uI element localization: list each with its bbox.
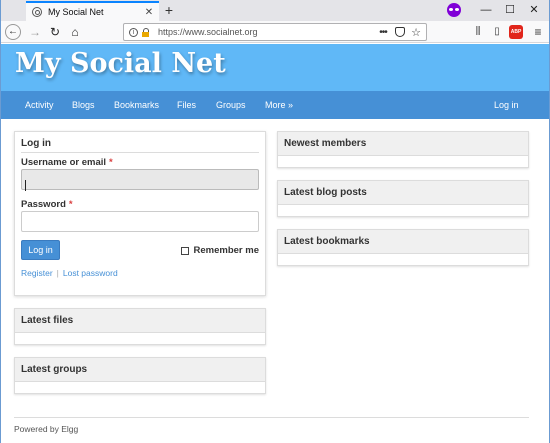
back-arrow-icon[interactable]: ← (5, 24, 21, 40)
remember-me-label: Remember me (193, 245, 259, 256)
login-button[interactable]: Log in (21, 240, 60, 260)
tab-close-icon[interactable]: ✕ (143, 7, 155, 18)
lost-password-link[interactable]: Lost password (63, 268, 118, 278)
adblock-icon[interactable]: ABP (509, 25, 523, 39)
latest-groups-title: Latest groups (15, 358, 265, 382)
nav-more[interactable]: More » (265, 91, 293, 119)
nav-files[interactable]: Files (177, 91, 196, 119)
latest-blog-posts-module: Latest blog posts (277, 180, 529, 217)
minimize-button[interactable]: — (479, 2, 493, 18)
login-title: Log in (21, 138, 51, 149)
globe-icon (32, 7, 42, 17)
tab-active[interactable]: My Social Net ✕ (26, 1, 159, 21)
sidebar-icon[interactable]: ▯ (490, 25, 504, 39)
forward-arrow-icon[interactable]: → (27, 24, 43, 40)
site-nav: Activity Blogs Bookmarks Files Groups Mo… (1, 91, 549, 119)
navigation-toolbar: ← → ↻ ⌂ i https://www.socialnet.org ••• … (1, 21, 549, 43)
close-window-button[interactable]: ✕ (527, 2, 541, 18)
new-tab-button[interactable]: + (162, 2, 176, 18)
private-browsing-icon (447, 3, 461, 17)
username-input[interactable] (21, 169, 259, 190)
divider (21, 152, 259, 153)
site-header: My Social Net (1, 44, 549, 91)
newest-members-module: Newest members (277, 131, 529, 168)
nav-bookmarks[interactable]: Bookmarks (114, 91, 159, 119)
page-viewport: My Social Net Activity Blogs Bookmarks F… (1, 44, 549, 443)
bookmark-star-icon[interactable]: ☆ (409, 26, 423, 39)
library-icon[interactable]: ⫼ (471, 25, 485, 39)
latest-bookmarks-title: Latest bookmarks (278, 230, 528, 254)
hamburger-menu-icon[interactable]: ≡ (531, 25, 545, 39)
username-label: Username or email * (21, 157, 113, 168)
browser-window: My Social Net ✕ + — ☐ ✕ ← → ↻ ⌂ i https:… (0, 0, 550, 443)
site-title[interactable]: My Social Net (15, 48, 226, 79)
text-caret (25, 180, 26, 191)
latest-groups-module: Latest groups (14, 357, 266, 394)
pocket-icon[interactable] (395, 27, 405, 37)
nav-activity[interactable]: Activity (25, 91, 54, 119)
login-links: Register | Lost password (21, 268, 118, 278)
password-input[interactable] (21, 211, 259, 232)
register-link[interactable]: Register (21, 268, 53, 278)
footer-divider (14, 417, 529, 418)
tab-bar: My Social Net ✕ + — ☐ ✕ (1, 0, 549, 21)
latest-files-title: Latest files (15, 309, 265, 333)
footer-powered-by[interactable]: Powered by Elgg (14, 424, 78, 434)
tab-title: My Social Net (48, 7, 104, 17)
required-mark: * (109, 157, 113, 168)
reload-icon[interactable]: ↻ (47, 24, 63, 40)
info-icon[interactable]: i (129, 27, 138, 37)
remember-me[interactable]: Remember me (180, 245, 259, 256)
maximize-button[interactable]: ☐ (503, 2, 517, 18)
latest-blog-posts-title: Latest blog posts (278, 181, 528, 205)
link-separator: | (56, 268, 59, 278)
address-bar[interactable]: i https://www.socialnet.org ••• ☆ (123, 23, 427, 41)
password-label: Password * (21, 199, 73, 210)
required-mark: * (68, 199, 73, 210)
nav-groups[interactable]: Groups (216, 91, 246, 119)
login-box: Log in Username or email * Password * Log … (14, 131, 266, 296)
remember-me-checkbox[interactable] (180, 246, 189, 255)
url-text[interactable]: https://www.socialnet.org (158, 27, 375, 37)
latest-files-module: Latest files (14, 308, 266, 345)
lock-warning-icon[interactable] (142, 27, 150, 37)
nav-blogs[interactable]: Blogs (72, 91, 95, 119)
nav-login[interactable]: Log in (494, 91, 519, 119)
home-icon[interactable]: ⌂ (67, 24, 83, 40)
latest-bookmarks-module: Latest bookmarks (277, 229, 529, 266)
newest-members-title: Newest members (278, 132, 528, 156)
page-actions-menu-icon[interactable]: ••• (375, 27, 391, 38)
